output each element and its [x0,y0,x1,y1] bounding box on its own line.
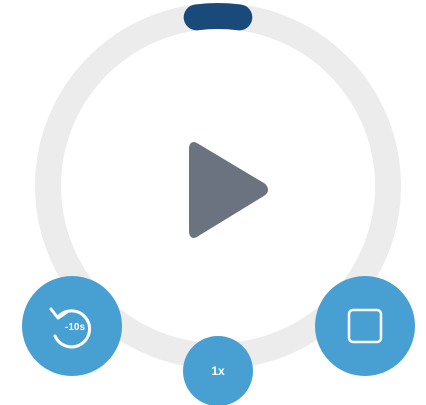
progress-arc [183,3,253,31]
play-icon [189,142,268,238]
rewind-10s-button[interactable]: -10s [22,276,122,376]
speed-label: 1x [211,364,225,378]
stop-icon [315,276,415,376]
playback-speed-button[interactable]: 1x [183,336,253,405]
stop-button[interactable] [315,276,415,376]
audio-player: -10s 1x [0,0,426,405]
rewind-label: -10s [65,322,85,333]
rewind-icon: -10s [22,276,122,376]
play-button[interactable] [163,120,293,256]
